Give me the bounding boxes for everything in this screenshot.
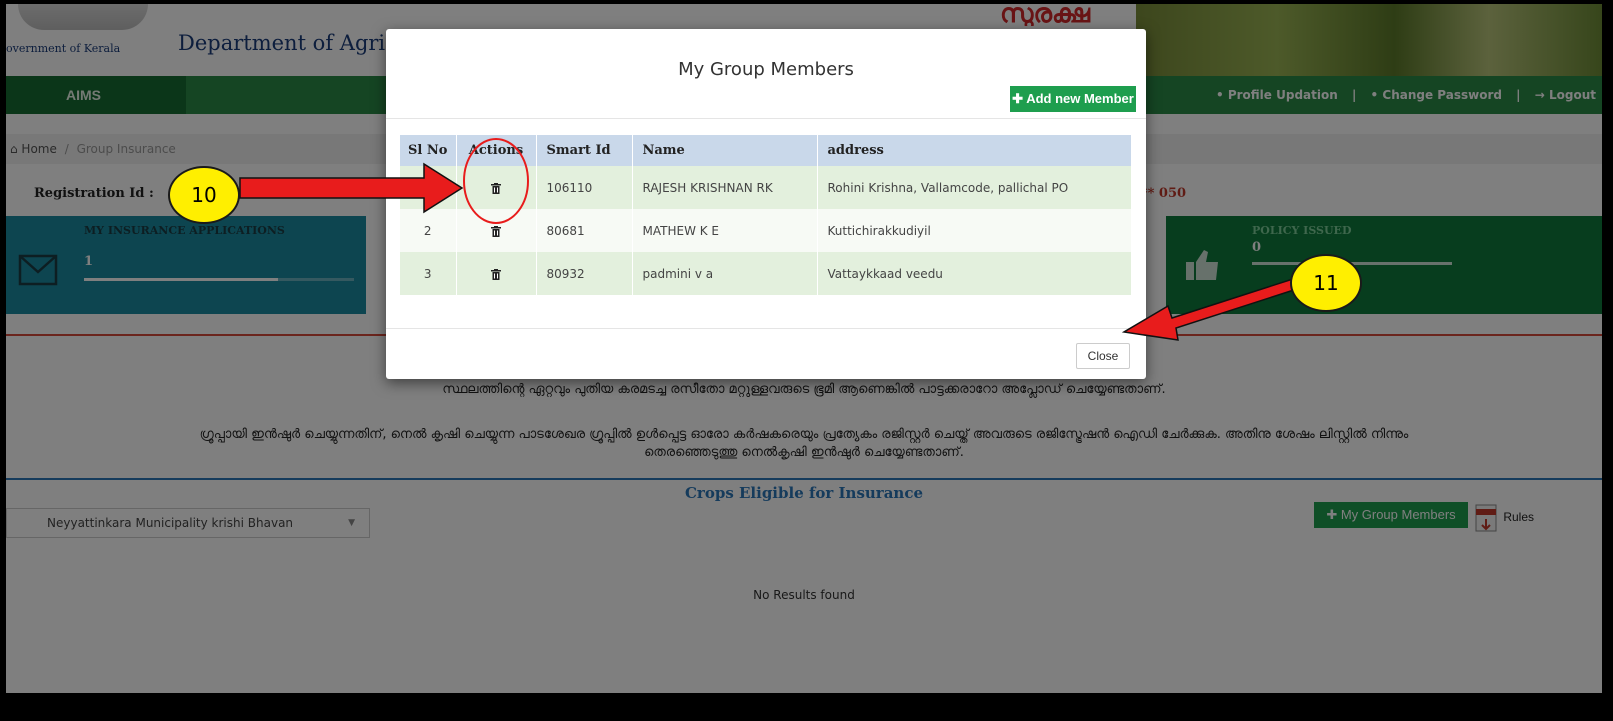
modal-divider [386,118,1146,119]
modal-title: My Group Members [678,59,854,80]
table-row: 2 80681 MATHEW K E Kuttichirakkudiyil [400,209,1132,252]
name-cell: MATHEW K E [632,209,818,252]
trash-icon[interactable] [491,225,501,237]
actions-cell [456,209,537,252]
trash-icon[interactable] [491,268,501,280]
sl-no-cell: 3 [400,252,457,295]
table-row: 3 80932 padmini v a Vattaykkaad veedu [400,252,1132,295]
actions-cell [456,166,537,209]
browser-page: overnment of Kerala Department of Agri സ… [6,4,1602,693]
smart-id-cell: 106110 [536,166,633,209]
name-cell: RAJESH KRISHNAN RK [632,166,818,209]
trash-icon[interactable] [491,182,501,194]
smart-id-cell: 80932 [536,252,633,295]
modal-divider [386,328,1146,329]
actions-cell [456,252,537,295]
name-cell: padmini v a [632,252,818,295]
close-button[interactable]: Close [1076,343,1130,369]
column-header: Name [632,135,818,166]
callout-11: 11 [1290,254,1362,312]
sl-no-cell: 1 [400,166,457,209]
members-table: Sl No Actions Smart Id Name address 1 10… [400,135,1132,295]
add-new-member-button[interactable]: ✚ Add new Member [1010,86,1136,112]
address-cell: Kuttichirakkudiyil [817,209,1132,252]
group-members-modal: My Group Members ✚ Add new Member Sl No … [386,29,1146,379]
address-cell: Vattaykkaad veedu [817,252,1132,295]
column-header: address [817,135,1132,166]
table-row: 1 106110 RAJESH KRISHNAN RK Rohini Krish… [400,166,1132,209]
column-header: Actions [456,135,537,166]
address-cell: Rohini Krishna, Vallamcode, pallichal PO [817,166,1132,209]
sl-no-cell: 2 [400,209,457,252]
column-header: Sl No [400,135,457,166]
callout-10: 10 [168,166,240,224]
column-header: Smart Id [536,135,633,166]
smart-id-cell: 80681 [536,209,633,252]
table-header-row: Sl No Actions Smart Id Name address [400,135,1132,166]
